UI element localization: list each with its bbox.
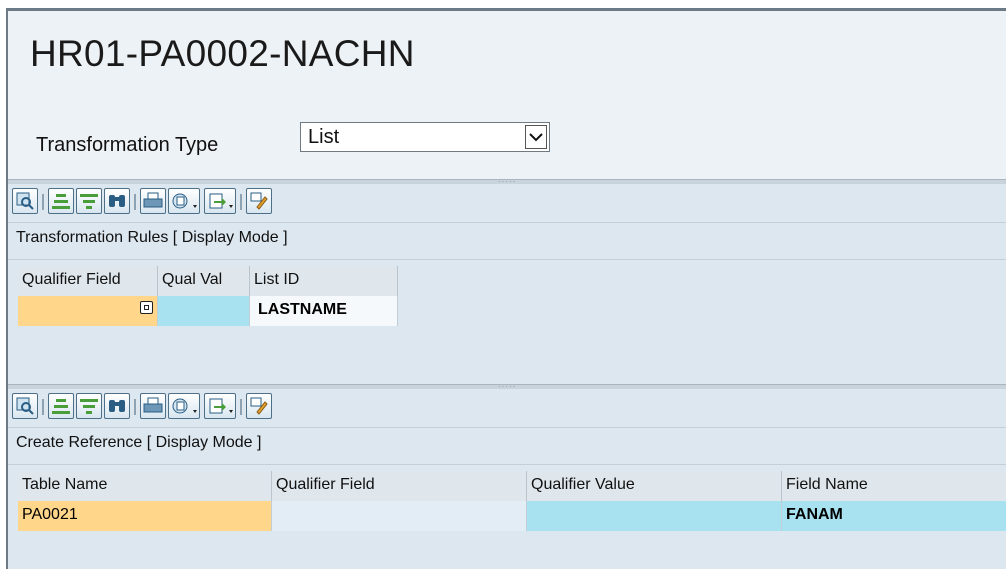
col-header-qualifier-field[interactable]: Qualifier Field	[272, 471, 527, 501]
cell-qualifier-field[interactable]	[18, 296, 158, 326]
col-header-table-name[interactable]: Table Name	[18, 471, 272, 501]
filter-icon[interactable]	[76, 393, 102, 419]
transformation-type-dropdown[interactable]: List	[300, 122, 550, 152]
print-icon[interactable]	[140, 188, 166, 214]
print-icon[interactable]	[140, 393, 166, 419]
layout-icon[interactable]	[246, 188, 272, 214]
cell-field-name[interactable]: FANAM	[782, 501, 1006, 531]
cell-list-id[interactable]: LASTNAME	[250, 296, 398, 326]
cell-qualifier-value[interactable]	[527, 501, 782, 531]
find-icon[interactable]	[104, 393, 130, 419]
chevron-down-icon[interactable]	[525, 125, 547, 149]
details-icon[interactable]	[12, 188, 38, 214]
col-header-qualifier-field[interactable]: Qualifier Field	[18, 266, 158, 296]
cell-qual-val[interactable]	[158, 296, 250, 326]
sap-window: HR01-PA0002-NACHN Transformation Type Li…	[6, 8, 1006, 569]
rules-panel-title: Transformation Rules [ Display Mode ]	[16, 229, 288, 246]
transformation-rules-panel: Transformation Rules [ Display Mode ] Qu…	[8, 184, 1006, 384]
transformation-type-label: Transformation Type	[36, 134, 219, 156]
cell-qualifier-field[interactable]	[272, 501, 527, 531]
header-area: HR01-PA0002-NACHN Transformation Type Li…	[8, 11, 1006, 179]
col-header-list-id[interactable]: List ID	[250, 266, 398, 296]
col-header-field-name[interactable]: Field Name	[782, 471, 1006, 501]
sort-ascending-icon[interactable]	[48, 188, 74, 214]
view-icon[interactable]	[168, 188, 200, 214]
create-reference-panel: Create Reference [ Display Mode ] Table …	[8, 389, 1006, 569]
sort-ascending-icon[interactable]	[48, 393, 74, 419]
export-icon[interactable]	[204, 188, 236, 214]
transformation-type-value: List	[308, 126, 340, 148]
cell-table-name[interactable]: PA0021	[18, 501, 272, 531]
col-header-qual-val[interactable]: Qual Val	[158, 266, 250, 296]
view-icon[interactable]	[168, 393, 200, 419]
export-icon[interactable]	[204, 393, 236, 419]
filter-icon[interactable]	[76, 188, 102, 214]
find-icon[interactable]	[104, 188, 130, 214]
col-header-qualifier-value[interactable]: Qualifier Value	[527, 471, 782, 501]
details-icon[interactable]	[12, 393, 38, 419]
page-title: HR01-PA0002-NACHN	[30, 33, 415, 74]
value-help-icon[interactable]	[140, 301, 153, 314]
reference-panel-title: Create Reference [ Display Mode ]	[16, 434, 262, 451]
layout-icon[interactable]	[246, 393, 272, 419]
